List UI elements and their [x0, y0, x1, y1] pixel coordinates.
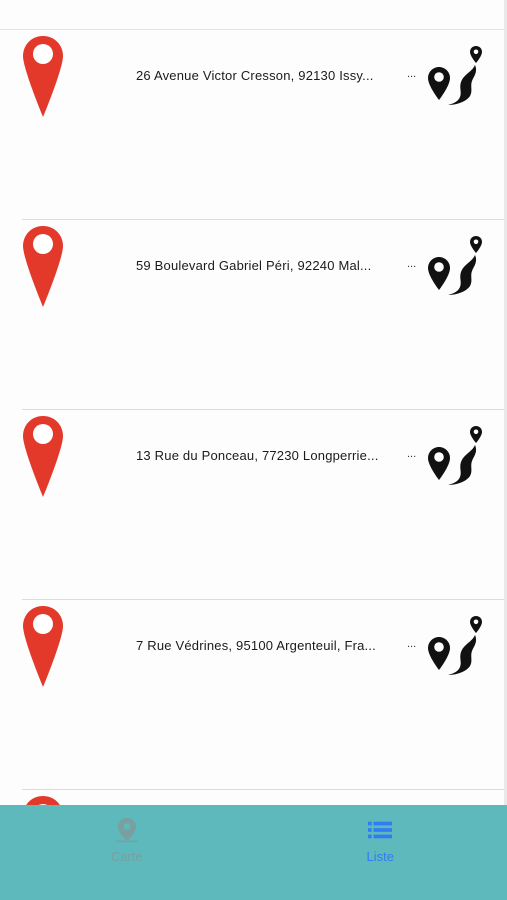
- location-pin-icon: [23, 36, 63, 117]
- location-pin-icon: [23, 606, 63, 687]
- list-item[interactable]: 26 Avenue Victor Cresson, 92130 Issy... …: [0, 30, 504, 220]
- more-dots: ...: [407, 258, 417, 270]
- list-item[interactable]: 13 Rue du Ponceau, 77230 Longperrie... .…: [0, 410, 504, 600]
- tab-liste[interactable]: Liste: [254, 805, 507, 900]
- route-icon[interactable]: [426, 424, 484, 486]
- route-icon[interactable]: [426, 614, 484, 676]
- address-text: 26 Avenue Victor Cresson, 92130 Issy...: [136, 68, 374, 83]
- tab-carte[interactable]: Carte: [0, 805, 254, 900]
- location-pin-icon: [23, 416, 63, 497]
- location-pin-icon: [23, 226, 63, 307]
- tab-label: Carte: [110, 849, 143, 864]
- more-dots: ...: [407, 448, 417, 460]
- more-dots: ...: [407, 68, 417, 80]
- address-list: 26 Avenue Victor Cresson, 92130 Issy... …: [0, 30, 504, 805]
- list-icon: [368, 821, 393, 839]
- list-item[interactable]: 7 Rue Védrines, 95100 Argenteuil, Fra...…: [0, 600, 504, 790]
- tab-bar: Carte Liste: [0, 805, 507, 900]
- address-text: 7 Rue Védrines, 95100 Argenteuil, Fra...: [136, 638, 376, 653]
- tab-label: Liste: [366, 849, 394, 864]
- divider: [22, 789, 504, 790]
- route-icon[interactable]: [426, 44, 484, 106]
- address-text: 13 Rue du Ponceau, 77230 Longperrie...: [136, 448, 379, 463]
- address-text: 59 Boulevard Gabriel Péri, 92240 Mal...: [136, 258, 372, 273]
- route-icon[interactable]: [426, 234, 484, 296]
- list-item[interactable]: 59 Boulevard Gabriel Péri, 92240 Mal... …: [0, 220, 504, 410]
- top-bar: [0, 0, 507, 30]
- map-marker-icon: [115, 818, 138, 843]
- more-dots: ...: [407, 638, 417, 650]
